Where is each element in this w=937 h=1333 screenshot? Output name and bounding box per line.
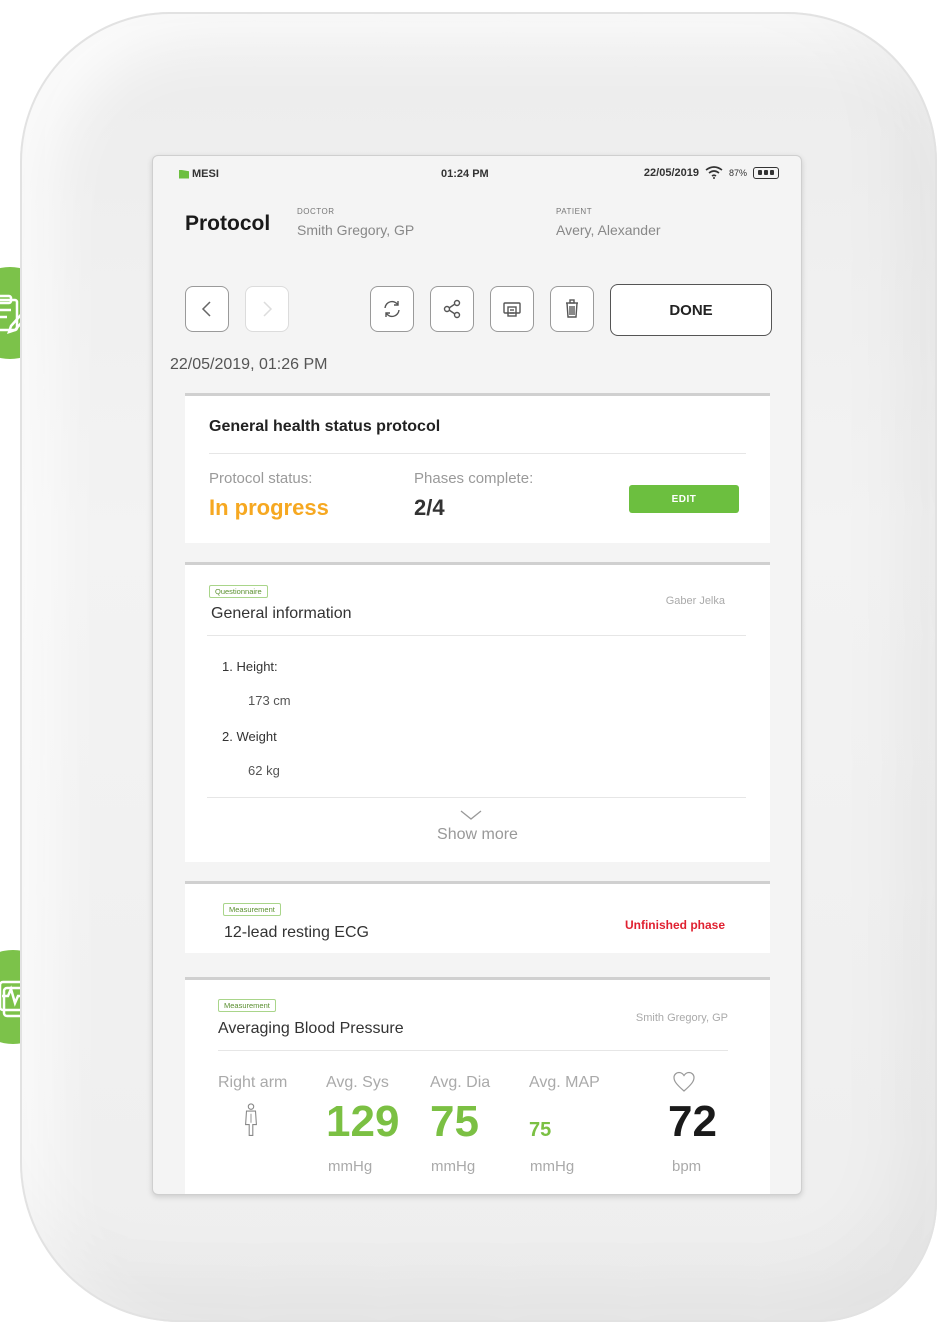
measurement-tag: Measurement [223,903,281,916]
divider [209,453,746,454]
phases-complete-value: 2/4 [414,495,445,520]
blood-pressure-card[interactable]: Measurement Averaging Blood Pressure Smi… [185,977,770,1194]
avg-sys-label: Avg. Sys [326,1074,389,1091]
brand-name: MESI [192,168,219,180]
app-screen: MESI 01:24 PM 22/05/2019 87% Protocol DO… [152,155,802,1195]
avg-map-value: 75 [529,1119,552,1141]
brand-logo-icon [179,169,189,179]
dia-unit: mmHg [431,1158,476,1175]
divider [207,797,746,798]
map-unit: mmHg [530,1158,575,1175]
questionnaire-title: General information [211,605,352,622]
battery-percent: 87% [728,167,747,178]
status-right: 22/05/2019 87% [644,166,779,179]
protocol-title: General health status protocol [209,418,441,435]
print-button[interactable] [490,286,534,332]
question-answer: 173 cm [248,693,291,708]
bp-title: Averaging Blood Pressure [218,1020,404,1037]
chevron-left-icon [201,301,211,317]
heart-icon [673,1071,695,1092]
refresh-button[interactable] [370,286,414,332]
ecg-card[interactable]: Measurement 12-lead resting ECG Unfinish… [185,881,770,953]
protocol-status-value: In progress [209,495,329,520]
back-button[interactable] [185,286,229,332]
avg-dia-value: 75 [430,1097,479,1146]
wifi-icon [705,166,723,179]
edit-button[interactable]: EDIT [629,485,739,513]
sys-unit: mmHg [328,1158,373,1175]
question-label: 2. Weight [222,729,277,744]
pulse-value: 72 [668,1097,717,1146]
delete-button[interactable] [550,286,594,332]
print-icon [503,302,521,317]
refresh-icon [384,300,400,318]
questionnaire-author: Gaber Jelka [665,595,725,607]
clock: 01:24 PM [441,168,489,180]
avg-sys-value: 129 [326,1097,400,1146]
protocol-status-label: Protocol status: [209,470,313,487]
trash-icon [566,299,578,318]
share-icon [443,299,461,319]
avg-dia-label: Avg. Dia [430,1074,491,1091]
patient-label: PATIENT [556,207,593,216]
toolbar: DONE [153,282,801,338]
chevron-down-icon[interactable] [459,809,483,821]
battery-icon [753,166,779,179]
pulse-unit: bpm [672,1158,702,1175]
protocol-summary-card: General health status protocol Protocol … [185,393,770,543]
measurement-tag: Measurement [218,999,276,1012]
share-button[interactable] [430,286,474,332]
brand: MESI [179,168,219,180]
phases-complete-label: Phases complete: [414,470,534,487]
chevron-right-icon [263,301,273,317]
arm-label: Right arm [218,1074,288,1091]
page-header: Protocol DOCTOR Smith Gregory, GP PATIEN… [153,200,801,250]
stage: MESI 01:24 PM 22/05/2019 87% Protocol DO… [0,0,937,1333]
questionnaire-tag: Questionnaire [209,585,268,598]
done-button[interactable]: DONE [610,284,772,336]
ecg-title: 12-lead resting ECG [224,924,369,941]
doctor-name: Smith Gregory, GP [297,222,415,238]
arm-cuff-icon [245,1103,257,1136]
divider [207,635,746,636]
question-answer: 62 kg [248,763,280,778]
patient-name: Avery, Alexander [556,222,661,238]
questionnaire-card[interactable]: Questionnaire General information Gaber … [185,562,770,862]
doctor-label: DOCTOR [297,207,335,216]
avg-map-label: Avg. MAP [529,1074,600,1091]
forward-button[interactable] [245,286,289,332]
question-label: 1. Height: [222,659,278,674]
show-more-link[interactable]: Show more [185,826,770,844]
page-title: Protocol [185,212,271,235]
unfinished-phase-badge: Unfinished phase [624,918,725,932]
status-bar: MESI 01:24 PM 22/05/2019 87% [153,156,801,192]
divider [218,1050,728,1051]
bp-author: Smith Gregory, GP [635,1012,728,1024]
status-date: 22/05/2019 [643,166,699,179]
protocol-datetime: 22/05/2019, 01:26 PM [170,356,328,373]
